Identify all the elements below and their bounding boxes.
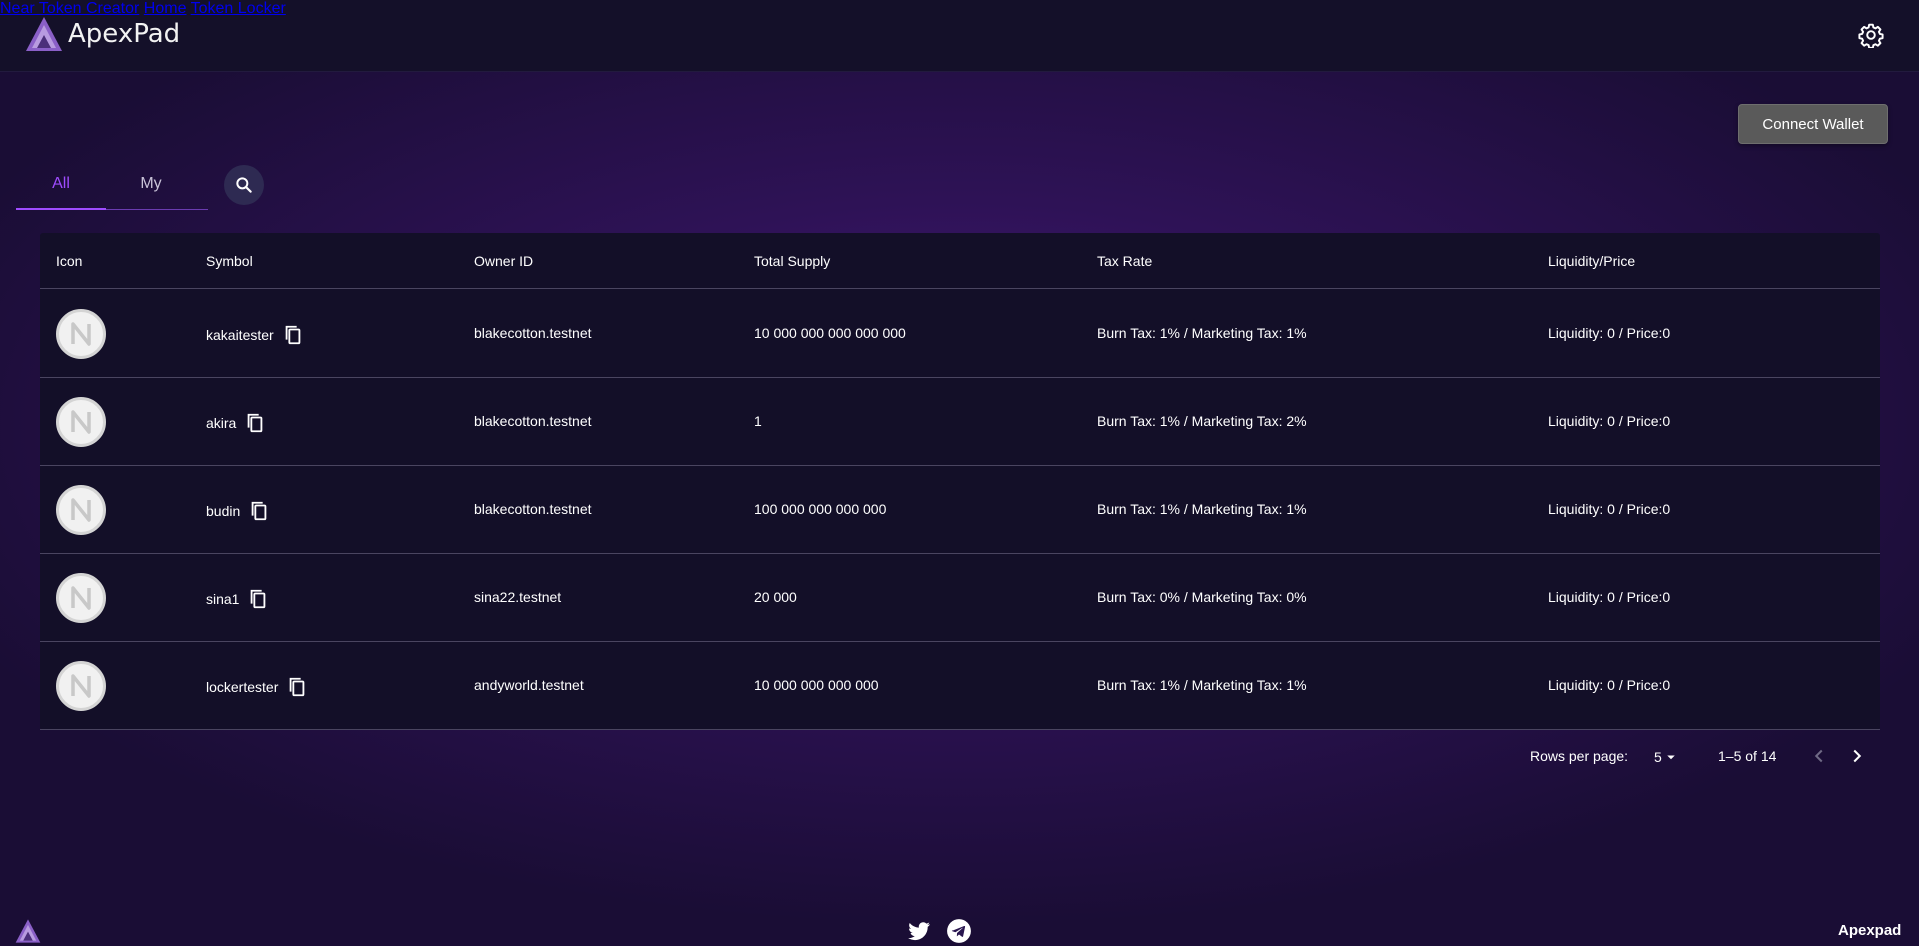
- owner-cell: sina22.testnet: [474, 589, 562, 605]
- owner-cell: blakecotton.testnet: [474, 325, 592, 341]
- nav-token-locker[interactable]: Token Locker: [191, 0, 286, 17]
- gear-icon[interactable]: [1858, 22, 1884, 48]
- telegram-icon[interactable]: [946, 918, 972, 944]
- near-token-icon: [56, 485, 106, 535]
- liquidity-cell: Liquidity: 0 / Price:0: [1548, 501, 1671, 517]
- symbol-text: kakaitester: [206, 327, 274, 343]
- copy-icon[interactable]: [282, 323, 304, 347]
- symbol-cell: budin: [206, 499, 270, 523]
- tab-all[interactable]: All: [16, 164, 106, 210]
- header-total-supply: Total Supply: [754, 253, 831, 269]
- app-logo[interactable]: ApexPad: [24, 14, 180, 54]
- header-liquidity-price: Liquidity/Price: [1548, 253, 1636, 269]
- copy-icon[interactable]: [247, 587, 269, 611]
- connect-wallet-button[interactable]: Connect Wallet: [1738, 104, 1888, 144]
- symbol-text: akira: [206, 415, 237, 431]
- page-range: 1–5 of 14: [1718, 748, 1777, 764]
- supply-cell: 100 000 000 000 000: [754, 501, 887, 517]
- liquidity-cell: Liquidity: 0 / Price:0: [1548, 589, 1671, 605]
- symbol-cell: kakaitester: [206, 323, 304, 347]
- liquidity-cell: Liquidity: 0 / Price:0: [1548, 677, 1671, 693]
- top-header: ApexPad Near Token Creator Home Token Lo…: [0, 0, 1919, 72]
- header-tax-rate: Tax Rate: [1097, 253, 1153, 269]
- app-name: ApexPad: [68, 19, 181, 49]
- tax-cell: Burn Tax: 1% / Marketing Tax: 1%: [1097, 325, 1307, 341]
- symbol-text: sina1: [206, 591, 240, 607]
- table-row[interactable]: budin blakecotton.testnet 100 000 000 00…: [40, 466, 1880, 554]
- header-icon: Icon: [56, 253, 83, 269]
- near-token-icon: [56, 573, 106, 623]
- search-button[interactable]: [224, 165, 264, 205]
- copy-icon[interactable]: [244, 411, 266, 435]
- apexpad-logo-icon: [26, 17, 62, 51]
- table-row[interactable]: kakaitester blakecotton.testnet 10 000 0…: [40, 290, 1880, 378]
- symbol-cell: sina1: [206, 587, 269, 611]
- symbol-cell: lockertester: [206, 675, 308, 699]
- rows-per-page-value: 5: [1654, 749, 1662, 765]
- tab-my[interactable]: My: [106, 164, 196, 210]
- owner-cell: andyworld.testnet: [474, 677, 584, 693]
- supply-cell: 20 000: [754, 589, 797, 605]
- near-token-icon: [56, 309, 106, 359]
- supply-cell: 1: [754, 413, 762, 429]
- near-token-icon: [56, 397, 106, 447]
- tax-cell: Burn Tax: 1% / Marketing Tax: 1%: [1097, 677, 1307, 693]
- caret-down-icon: [1667, 755, 1675, 760]
- tokens-table: Icon Symbol Owner ID Total Supply Tax Ra…: [40, 233, 1880, 730]
- symbol-cell: akira: [206, 411, 266, 435]
- header-owner-id: Owner ID: [474, 253, 534, 269]
- rows-per-page-label: Rows per page:: [1530, 748, 1629, 764]
- search-icon: [236, 177, 252, 193]
- table-row[interactable]: sina1 sina22.testnet 20 000 Burn Tax: 0%…: [40, 554, 1880, 642]
- symbol-text: lockertester: [206, 679, 279, 695]
- symbol-text: budin: [206, 503, 241, 519]
- copy-icon[interactable]: [286, 675, 308, 699]
- tax-cell: Burn Tax: 0% / Marketing Tax: 0%: [1097, 589, 1307, 605]
- liquidity-cell: Liquidity: 0 / Price:0: [1548, 413, 1671, 429]
- tab-indicator: [16, 208, 106, 210]
- copy-icon[interactable]: [248, 499, 270, 523]
- filter-tabs: All My: [16, 164, 208, 210]
- chevron-left-icon[interactable]: [1808, 745, 1830, 767]
- footer-logo-icon[interactable]: [14, 918, 42, 944]
- table-header: Icon Symbol Owner ID Total Supply Tax Ra…: [40, 233, 1880, 289]
- table-row[interactable]: lockertester andyworld.testnet 10 000 00…: [40, 642, 1880, 730]
- owner-cell: blakecotton.testnet: [474, 413, 592, 429]
- supply-cell: 10 000 000 000 000: [754, 677, 879, 693]
- tax-cell: Burn Tax: 1% / Marketing Tax: 1%: [1097, 501, 1307, 517]
- footer-brand: Apexpad: [1838, 922, 1902, 939]
- table-row[interactable]: akira blakecotton.testnet 1 Burn Tax: 1%…: [40, 378, 1880, 466]
- twitter-icon[interactable]: [906, 918, 932, 944]
- liquidity-cell: Liquidity: 0 / Price:0: [1548, 325, 1671, 341]
- chevron-right-icon[interactable]: [1846, 745, 1868, 767]
- near-token-icon: [56, 661, 106, 711]
- owner-cell: blakecotton.testnet: [474, 501, 592, 517]
- tax-cell: Burn Tax: 1% / Marketing Tax: 2%: [1097, 413, 1307, 429]
- supply-cell: 10 000 000 000 000 000: [754, 325, 906, 341]
- header-symbol: Symbol: [206, 253, 253, 269]
- rows-per-page-select[interactable]: 5: [1654, 748, 1680, 766]
